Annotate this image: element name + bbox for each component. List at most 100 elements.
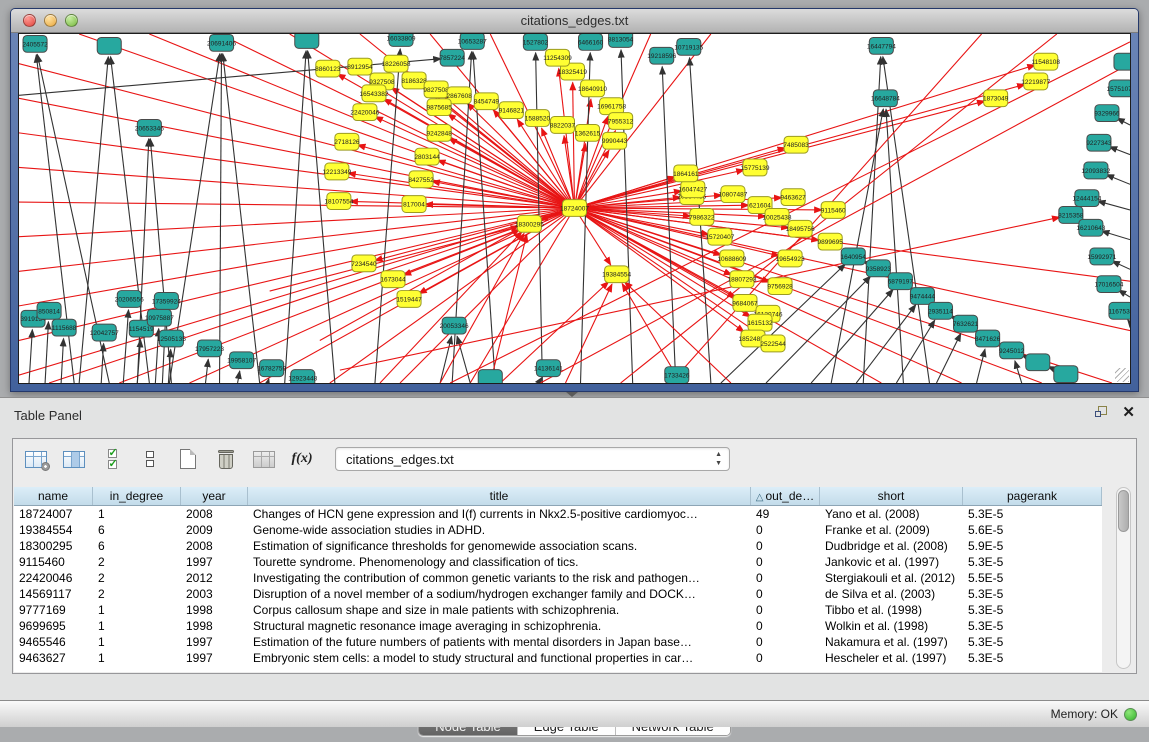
close-window-button[interactable] (23, 14, 36, 27)
table-cell[interactable]: 49 (751, 506, 820, 522)
citation-edge-black[interactable] (61, 338, 63, 383)
graph-node[interactable]: 18107554 (324, 193, 353, 210)
graph-node[interactable]: 7234540 (351, 255, 377, 272)
graph-node[interactable]: 2803144 (414, 148, 440, 165)
table-cell[interactable]: 5.3E-5 (963, 554, 1102, 570)
table-cell[interactable]: Genome-wide association studies in ADHD. (248, 522, 751, 538)
table-cell[interactable]: 5.6E-5 (963, 522, 1102, 538)
citation-edge-black[interactable] (1128, 320, 1130, 323)
citation-edge-red[interactable] (540, 64, 1130, 383)
table-row[interactable]: 946554611997Estimation of the future num… (14, 634, 1102, 650)
table-cell[interactable]: 0 (751, 538, 820, 554)
row-height-icon[interactable] (137, 447, 163, 471)
graph-node[interactable]: 19654923 (776, 250, 805, 267)
graph-node[interactable]: 1362615 (575, 124, 601, 141)
graph-node[interactable]: 18724007 (560, 200, 589, 217)
table-cell[interactable]: 2 (93, 570, 181, 586)
table-cell[interactable]: 2008 (181, 506, 248, 522)
table-cell[interactable]: Dudbridge et al. (2008) (820, 538, 963, 554)
table-row[interactable]: 946362711997Embryonic stem cells: a mode… (14, 650, 1102, 666)
citation-edge-black[interactable] (811, 289, 893, 383)
graph-node[interactable] (1054, 366, 1078, 383)
citation-network-graph[interactable]: 1872400788601238912954182260589327508165… (19, 34, 1130, 383)
graph-node[interactable]: 7955312 (608, 113, 634, 130)
graph-node[interactable]: 19958107 (227, 352, 256, 369)
graph-node[interactable]: 10653287 (458, 34, 487, 49)
close-panel-icon[interactable]: ✕ (1122, 406, 1135, 419)
vertical-scrollbar[interactable] (1116, 487, 1131, 669)
graph-node[interactable]: 18807293 (727, 271, 756, 288)
graph-node[interactable]: 17957223 (195, 340, 224, 357)
graph-node[interactable]: 12923448 (288, 370, 317, 383)
graph-node[interactable]: 18495756 (786, 220, 815, 237)
citation-edge-black[interactable] (137, 139, 149, 383)
graph-node[interactable]: 8427552 (408, 171, 434, 188)
table-cell[interactable]: Changes of HCN gene expression and I(f) … (248, 506, 751, 522)
table-cell[interactable]: Investigating the contribution of common… (248, 570, 751, 586)
scrollbar-thumb[interactable] (1118, 490, 1129, 532)
graph-node[interactable]: 16210643 (1076, 219, 1105, 236)
table-cell[interactable]: 5.5E-5 (963, 570, 1102, 586)
table-cell[interactable]: 0 (751, 522, 820, 538)
graph-node[interactable]: 8471626 (975, 330, 1001, 347)
table-cell[interactable]: Wolkin et al. (1998) (820, 618, 963, 634)
delete-column-icon[interactable] (213, 447, 239, 471)
graph-node[interactable]: 9329966 (1094, 105, 1120, 122)
table-cell[interactable]: Estimation of the future numbers of pati… (248, 634, 751, 650)
graph-node[interactable]: 15751074 (1106, 80, 1130, 97)
table-cell[interactable]: Corpus callosum shape and size in male p… (248, 602, 751, 618)
graph-node[interactable]: 817004 (402, 196, 426, 213)
table-cell[interactable]: 14569117 (14, 586, 93, 602)
graph-node[interactable]: 22420046 (350, 104, 379, 121)
table-cell[interactable]: 2012 (181, 570, 248, 586)
table-cell[interactable]: 1997 (181, 554, 248, 570)
table-cell[interactable]: 0 (751, 650, 820, 666)
citation-edge-black[interactable] (896, 320, 934, 383)
graph-node[interactable]: 10688609 (717, 250, 746, 267)
graph-node[interactable]: 12093832 (1081, 162, 1110, 179)
table-cell[interactable]: Yano et al. (2008) (820, 506, 963, 522)
column-header-year[interactable]: year (181, 487, 248, 505)
table-cell[interactable]: Jankovic et al. (1997) (820, 554, 963, 570)
delete-table-icon[interactable] (251, 447, 277, 471)
column-header-pagerank[interactable]: pagerank (963, 487, 1102, 505)
graph-node[interactable] (97, 37, 121, 54)
new-column-icon[interactable] (175, 447, 201, 471)
table-cell[interactable]: Hescheler et al. (1997) (820, 650, 963, 666)
table-cell[interactable]: Structural magnetic resonance image aver… (248, 618, 751, 634)
graph-node[interactable]: 11548108 (1032, 53, 1061, 70)
citation-edge-black[interactable] (220, 54, 222, 383)
graph-node[interactable]: 9684067 (732, 295, 758, 312)
citation-edge-black[interactable] (1112, 261, 1130, 269)
table-row[interactable]: 1938455462009Genome-wide association stu… (14, 522, 1102, 538)
column-header-out_de[interactable]: △out_de… (751, 487, 820, 505)
table-cell[interactable]: 9777169 (14, 602, 93, 618)
citation-edge-black[interactable] (1106, 175, 1130, 185)
select-columns-icon[interactable] (99, 447, 125, 471)
citation-edge-red[interactable] (575, 101, 985, 208)
citation-edge-black[interactable] (936, 333, 960, 383)
graph-node[interactable]: 1167534 (1109, 302, 1130, 319)
graph-node[interactable]: 7986322 (689, 209, 715, 226)
graph-node[interactable]: 15992971 (1087, 248, 1116, 265)
citation-edge-black[interactable] (45, 322, 48, 383)
citation-edge-black[interactable] (977, 349, 985, 383)
table-cell[interactable]: Franke et al. (2009) (820, 522, 963, 538)
table-cell[interactable]: 18300295 (14, 538, 93, 554)
graph-node[interactable]: 11254309 (543, 49, 572, 66)
table-cell[interactable]: 5.3E-5 (963, 650, 1102, 666)
network-window-titlebar[interactable]: citations_edges.txt (11, 9, 1138, 33)
graph-node[interactable]: 16447794 (867, 37, 896, 54)
graph-node[interactable]: 16961758 (597, 98, 626, 115)
citation-edge-red[interactable] (340, 217, 1060, 370)
column-header-name[interactable]: name (14, 487, 93, 505)
graph-node[interactable]: 16047427 (678, 181, 707, 198)
graph-node[interactable]: 18226058 (382, 55, 411, 72)
citation-edge-red[interactable] (375, 208, 575, 261)
citation-edge-black[interactable] (308, 51, 335, 383)
citation-edge-black[interactable] (440, 336, 451, 383)
table-cell[interactable]: Embryonic stem cells: a model to study s… (248, 650, 751, 666)
graph-node[interactable]: 9146821 (499, 102, 525, 119)
graph-node[interactable]: 10025438 (763, 209, 792, 226)
graph-node[interactable]: 8860123 (315, 60, 341, 77)
